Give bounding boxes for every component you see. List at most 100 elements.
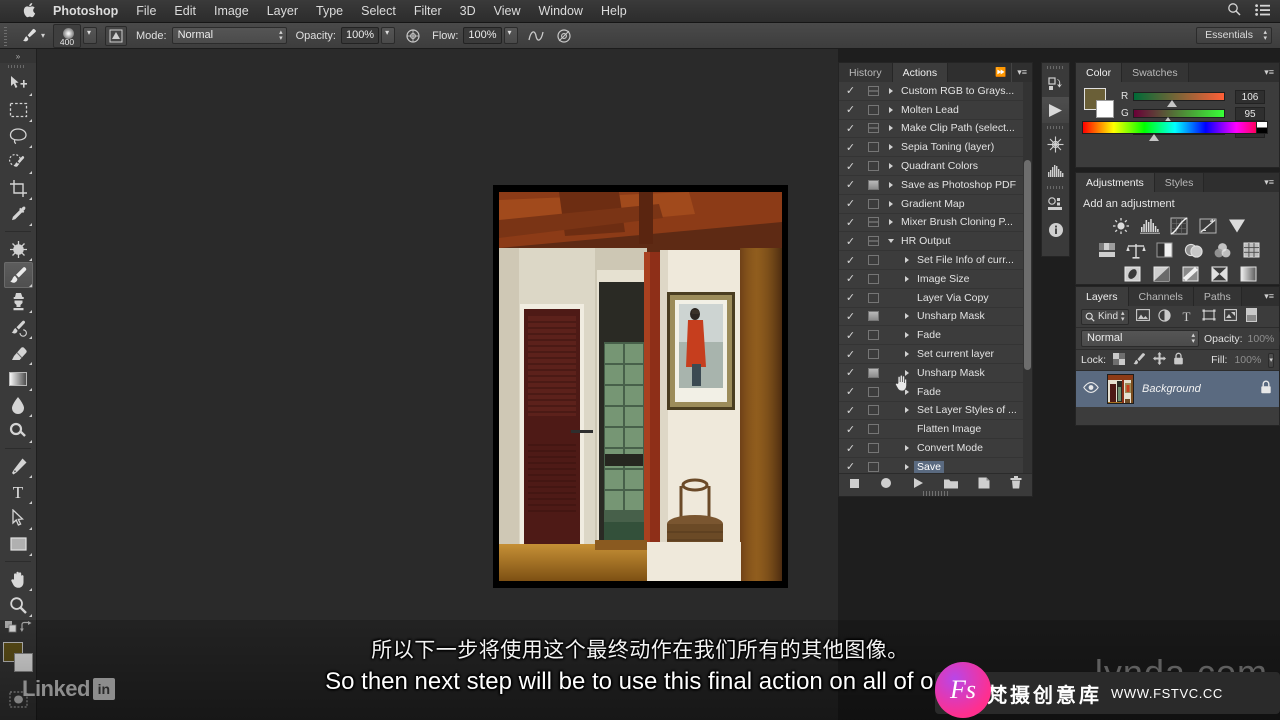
menu-3d[interactable]: 3D <box>451 0 485 23</box>
chevron-down-icon[interactable] <box>884 239 898 244</box>
action-toggle-checkbox[interactable]: ✓ <box>839 329 862 342</box>
brush-size-preview[interactable]: 400 <box>53 23 82 48</box>
gradient-map-icon[interactable] <box>1208 263 1231 285</box>
chevron-right-icon[interactable] <box>884 87 898 94</box>
brightness-contrast-icon[interactable] <box>1109 215 1132 237</box>
panel-menu-icon[interactable]: ▾≡ <box>1259 173 1279 192</box>
pen-tool[interactable] <box>4 453 33 479</box>
action-row[interactable]: ✓ Sepia Toning (layer) <box>839 138 1032 158</box>
chevron-right-icon[interactable] <box>900 332 914 339</box>
action-modal-control[interactable] <box>862 273 884 284</box>
menu-view[interactable]: View <box>485 0 530 23</box>
airbrush-pressure-icon[interactable] <box>403 26 423 46</box>
action-row[interactable]: ✓ HR Output <box>839 232 1032 252</box>
history-brush-tool[interactable] <box>4 314 33 340</box>
tab-styles[interactable]: Styles <box>1154 173 1205 192</box>
action-toggle-checkbox[interactable]: ✓ <box>839 404 862 417</box>
path-selection-tool[interactable] <box>4 505 33 531</box>
action-row[interactable]: ✓ Custom RGB to Grays... <box>839 82 1032 101</box>
chevron-right-icon[interactable] <box>884 219 898 226</box>
expand-icon[interactable]: ⏩ <box>990 63 1011 82</box>
menu-select[interactable]: Select <box>352 0 405 23</box>
red-slider-track[interactable] <box>1133 92 1225 107</box>
filter-pixel-icon[interactable] <box>1135 309 1151 324</box>
action-modal-control[interactable] <box>862 85 884 96</box>
lasso-tool[interactable] <box>4 123 33 149</box>
dodge-tool[interactable] <box>4 418 33 444</box>
filter-toggle-icon[interactable] <box>1245 308 1259 325</box>
menu-window[interactable]: Window <box>530 0 592 23</box>
blue-slider-thumb[interactable] <box>1149 134 1159 141</box>
action-toggle-checkbox[interactable]: ✓ <box>839 235 862 248</box>
options-bar-grip[interactable] <box>0 22 11 49</box>
panel-menu-icon[interactable]: ▾≡ <box>1259 63 1279 82</box>
action-row[interactable]: ✓ Save as Photoshop PDF <box>839 176 1032 195</box>
action-toggle-checkbox[interactable]: ✓ <box>839 385 862 398</box>
action-toggle-checkbox[interactable]: ✓ <box>839 423 862 436</box>
green-slider-track[interactable] <box>1133 109 1225 124</box>
horizontal-type-tool[interactable]: T <box>4 479 33 505</box>
action-modal-control[interactable] <box>862 443 884 454</box>
eraser-tool[interactable] <box>4 340 33 366</box>
tools-collapse-button[interactable]: » <box>0 49 36 63</box>
search-icon[interactable] <box>1227 2 1241 21</box>
action-toggle-checkbox[interactable]: ✓ <box>839 310 862 323</box>
smoothing-icon[interactable] <box>526 26 546 46</box>
create-new-action-button[interactable] <box>978 476 990 494</box>
chevron-right-icon[interactable] <box>884 181 898 188</box>
action-modal-control[interactable] <box>862 349 884 360</box>
lock-transparent-pixels-icon[interactable] <box>1113 352 1126 368</box>
panel-menu-icon[interactable]: ▾≡ <box>1011 63 1032 82</box>
dock-grip[interactable] <box>1042 123 1069 131</box>
action-modal-control[interactable] <box>862 405 884 416</box>
action-modal-control[interactable] <box>862 367 884 378</box>
action-row[interactable]: ✓ Unsharp Mask <box>839 364 1032 383</box>
action-toggle-checkbox[interactable]: ✓ <box>839 122 862 135</box>
brush-tool-icon[interactable] <box>19 26 39 46</box>
vibrance-icon[interactable] <box>1225 215 1248 237</box>
chevron-right-icon[interactable] <box>884 200 898 207</box>
action-modal-control[interactable] <box>862 179 884 190</box>
green-value[interactable]: 95 <box>1235 106 1265 121</box>
filter-shape-icon[interactable] <box>1201 309 1217 324</box>
action-toggle-checkbox[interactable]: ✓ <box>839 272 862 285</box>
threshold-icon[interactable] <box>1179 263 1202 285</box>
eyedropper-tool[interactable] <box>4 201 33 227</box>
color-lookup-icon[interactable] <box>1240 239 1263 261</box>
begin-recording-button[interactable] <box>880 476 892 494</box>
curves-icon[interactable] <box>1167 215 1190 237</box>
action-modal-control[interactable] <box>862 255 884 266</box>
rectangle-tool[interactable] <box>4 531 33 557</box>
chevron-right-icon[interactable] <box>884 163 898 170</box>
action-modal-control[interactable] <box>862 104 884 115</box>
action-toggle-checkbox[interactable]: ✓ <box>839 254 862 267</box>
action-row[interactable]: ✓ Set current layer <box>839 345 1032 364</box>
action-toggle-checkbox[interactable]: ✓ <box>839 460 862 473</box>
lock-position-icon[interactable] <box>1153 352 1167 368</box>
menu-type[interactable]: Type <box>307 0 352 23</box>
action-row[interactable]: ✓ Save <box>839 458 1032 473</box>
quick-selection-tool[interactable] <box>4 149 33 175</box>
action-modal-control[interactable] <box>862 461 884 472</box>
action-row[interactable]: ✓ Unsharp Mask <box>839 308 1032 327</box>
chevron-right-icon[interactable] <box>884 144 898 151</box>
channel-mixer-icon[interactable] <box>1211 239 1234 261</box>
tab-adjustments[interactable]: Adjustments <box>1076 173 1155 192</box>
fill-value[interactable]: 100% <box>1234 354 1261 366</box>
action-modal-control[interactable] <box>862 236 884 247</box>
action-toggle-checkbox[interactable]: ✓ <box>839 103 862 116</box>
action-row[interactable]: ✓ Make Clip Path (select... <box>839 120 1032 139</box>
actions-play-icon[interactable] <box>1042 97 1069 123</box>
brush-settings-icon[interactable] <box>1042 131 1069 157</box>
action-toggle-checkbox[interactable]: ✓ <box>839 442 862 455</box>
dock-grip[interactable] <box>1042 183 1069 191</box>
action-modal-control[interactable] <box>862 311 884 322</box>
menu-file[interactable]: File <box>127 0 165 23</box>
gradient-tool[interactable] <box>4 366 33 392</box>
lock-all-icon[interactable] <box>1173 352 1184 368</box>
lock-image-pixels-icon[interactable] <box>1132 352 1146 368</box>
chevron-right-icon[interactable] <box>900 351 914 358</box>
hue-saturation-icon[interactable] <box>1095 239 1118 261</box>
chevron-right-icon[interactable] <box>900 463 914 470</box>
workspace-switcher[interactable]: Essentials ▴ ▾ <box>1196 27 1272 44</box>
